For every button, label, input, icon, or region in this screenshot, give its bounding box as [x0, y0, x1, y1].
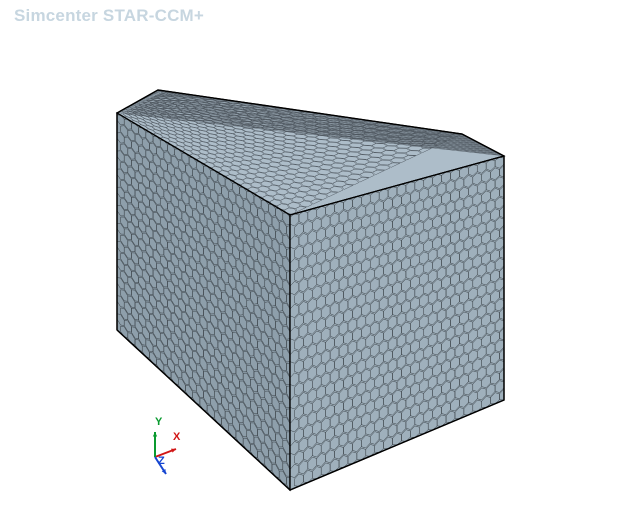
axis-label-y: Y [155, 416, 162, 428]
scene-viewport[interactable]: Simcenter STAR-CCM+ Y X Z [0, 0, 640, 514]
axis-label-x: X [173, 431, 180, 443]
scene-3d[interactable] [0, 0, 640, 514]
axis-label-z: Z [158, 455, 165, 467]
